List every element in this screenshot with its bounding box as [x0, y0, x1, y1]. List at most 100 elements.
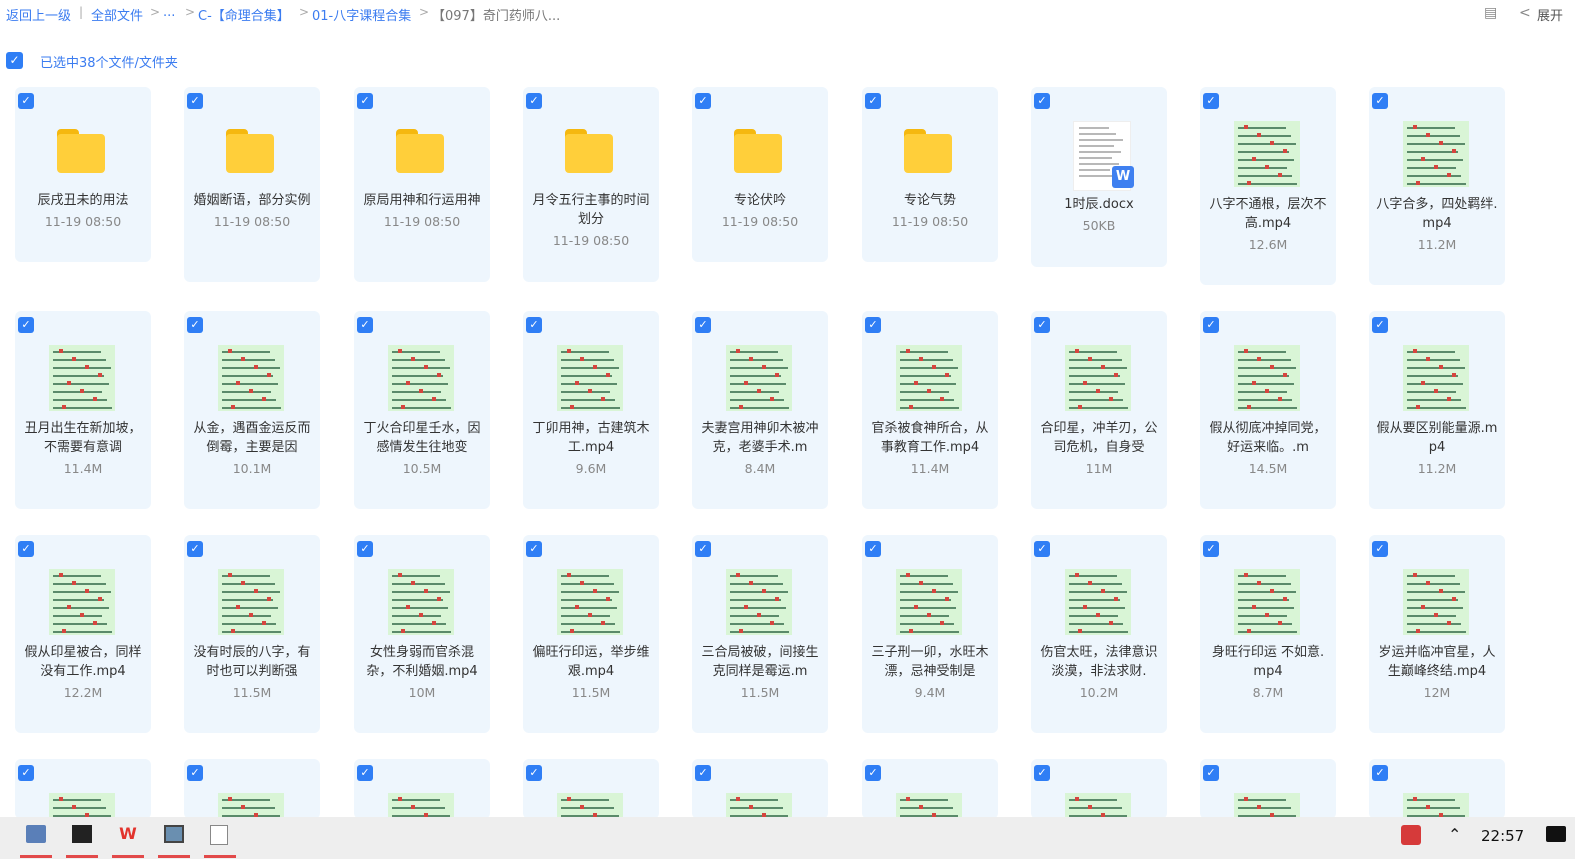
back-link[interactable]: 返回上一级	[6, 5, 71, 24]
file-card[interactable]: ✓ 从金，遇酉金运反而倒霉，主要是因 10.1M	[184, 311, 320, 509]
file-card[interactable]: ✓ 原局用神和行运用神 11-19 08:50	[354, 87, 490, 282]
tray-app-icon[interactable]	[1401, 825, 1421, 845]
file-card[interactable]: ✓ 夫妻宫用神卯木被冲克，老婆手术.m 8.4M	[692, 311, 828, 509]
file-checkbox[interactable]: ✓	[18, 541, 34, 557]
file-card[interactable]: ✓ 八字合多，四处羁绊.mp4 11.2M	[1369, 87, 1505, 285]
file-card[interactable]: ✓ 丁火合印星壬水，因感情发生往地变 10.5M	[354, 311, 490, 509]
file-checkbox[interactable]: ✓	[1203, 765, 1219, 781]
file-checkbox[interactable]: ✓	[695, 765, 711, 781]
list-view-icon[interactable]: ▤	[1484, 5, 1497, 21]
file-checkbox[interactable]: ✓	[695, 317, 711, 333]
file-card[interactable]: ✓	[15, 759, 151, 859]
select-all-checkbox[interactable]: ✓	[6, 52, 23, 69]
file-card[interactable]: ✓ 专论气势 11-19 08:50	[862, 87, 998, 262]
file-card[interactable]: ✓	[354, 759, 490, 859]
thumb-line	[730, 383, 786, 385]
expand-button[interactable]: 展开	[1537, 5, 1563, 24]
taskbar-app-computer[interactable]	[20, 823, 52, 858]
file-card[interactable]: ✓ 月令五行主事的时间划分 11-19 08:50	[523, 87, 659, 282]
taskbar-app-window[interactable]	[158, 823, 190, 858]
file-checkbox[interactable]: ✓	[865, 93, 881, 109]
file-checkbox[interactable]: ✓	[357, 765, 373, 781]
chevron-left-icon[interactable]: <	[1519, 5, 1531, 21]
file-checkbox[interactable]: ✓	[865, 317, 881, 333]
file-checkbox[interactable]: ✓	[1034, 317, 1050, 333]
breadcrumb-bazi[interactable]: 01-八字课程合集	[312, 5, 411, 24]
file-checkbox[interactable]: ✓	[1034, 765, 1050, 781]
file-card[interactable]: ✓ W 1时辰.docx 50KB	[1031, 87, 1167, 267]
file-card[interactable]: ✓ 丁卯用神，古建筑木工.mp4 9.6M	[523, 311, 659, 509]
file-card[interactable]: ✓	[862, 759, 998, 859]
file-checkbox[interactable]: ✓	[357, 541, 373, 557]
taskbar-app-notepad[interactable]	[204, 823, 236, 858]
file-checkbox[interactable]: ✓	[526, 317, 542, 333]
taskbar-app-wps[interactable]: W	[112, 823, 144, 858]
thumb-mark	[254, 365, 258, 369]
file-card[interactable]: ✓	[1031, 759, 1167, 859]
file-checkbox[interactable]: ✓	[1203, 317, 1219, 333]
thumb-mark	[59, 797, 63, 801]
breadcrumb-bar: 返回上一级 | 全部文件 > ... > C-【命理合集】 > 01-八字课程合…	[0, 0, 1575, 28]
file-card[interactable]: ✓	[1200, 759, 1336, 859]
file-checkbox[interactable]: ✓	[526, 541, 542, 557]
notification-icon[interactable]	[1546, 826, 1566, 842]
file-card[interactable]: ✓	[523, 759, 659, 859]
file-checkbox[interactable]: ✓	[865, 765, 881, 781]
file-card[interactable]: ✓ 合印星，冲羊刃，公司危机，自身受 11M	[1031, 311, 1167, 509]
breadcrumb-ellipsis[interactable]: ...	[163, 5, 175, 20]
file-checkbox[interactable]: ✓	[187, 93, 203, 109]
file-checkbox[interactable]: ✓	[1372, 93, 1388, 109]
file-checkbox[interactable]: ✓	[526, 765, 542, 781]
thumb-line	[222, 615, 271, 617]
file-checkbox[interactable]: ✓	[18, 93, 34, 109]
file-checkbox[interactable]: ✓	[1372, 317, 1388, 333]
file-card[interactable]: ✓ 三合局被破，间接生克同样是霉运.m 11.5M	[692, 535, 828, 733]
file-meta: 11-19 08:50	[552, 233, 630, 248]
taskbar-clock[interactable]: 22:57	[1481, 827, 1524, 845]
breadcrumb-all-files[interactable]: 全部文件	[91, 5, 143, 24]
file-card[interactable]: ✓ 偏旺行印运，举步维艰.mp4 11.5M	[523, 535, 659, 733]
file-card[interactable]: ✓ 辰戌丑未的用法 11-19 08:50	[15, 87, 151, 262]
file-checkbox[interactable]: ✓	[187, 541, 203, 557]
file-card[interactable]: ✓	[1369, 759, 1505, 859]
video-thumbnail	[388, 345, 454, 411]
file-checkbox[interactable]: ✓	[865, 541, 881, 557]
file-checkbox[interactable]: ✓	[526, 93, 542, 109]
file-card[interactable]: ✓	[692, 759, 828, 859]
file-card[interactable]: ✓ 八字不通根，层次不高.mp4 12.6M	[1200, 87, 1336, 285]
file-checkbox[interactable]: ✓	[695, 541, 711, 557]
file-checkbox[interactable]: ✓	[187, 317, 203, 333]
file-card[interactable]: ✓ 假从要区别能量源.mp4 11.2M	[1369, 311, 1505, 509]
file-card[interactable]: ✓ 身旺行印运 不如意.mp4 8.7M	[1200, 535, 1336, 733]
file-checkbox[interactable]: ✓	[187, 765, 203, 781]
breadcrumb-mingli[interactable]: C-【命理合集】	[198, 5, 290, 24]
file-card[interactable]: ✓ 官杀被食神所合，从事教育工作.mp4 11.4M	[862, 311, 998, 509]
file-checkbox[interactable]: ✓	[1372, 541, 1388, 557]
file-card[interactable]: ✓ 假从印星被合，同样没有工作.mp4 12.2M	[15, 535, 151, 733]
file-checkbox[interactable]: ✓	[18, 317, 34, 333]
file-card[interactable]: ✓ 婚姻断语，部分实例 11-19 08:50	[184, 87, 320, 282]
file-card[interactable]: ✓ 伤官太旺，法律意识淡漠，非法求财. 10.2M	[1031, 535, 1167, 733]
file-card[interactable]: ✓ 没有时辰的八字，有时也可以判断强 11.5M	[184, 535, 320, 733]
file-checkbox[interactable]: ✓	[1203, 93, 1219, 109]
thumb-line	[1407, 391, 1456, 393]
file-checkbox[interactable]: ✓	[1034, 541, 1050, 557]
file-checkbox[interactable]: ✓	[1034, 93, 1050, 109]
thumb-mark	[1101, 365, 1105, 369]
file-card[interactable]: ✓	[184, 759, 320, 859]
chevron-up-icon[interactable]: ⌃	[1448, 825, 1461, 844]
file-card[interactable]: ✓ 三子刑一卯，水旺木漂，忌神受制是 9.4M	[862, 535, 998, 733]
file-checkbox[interactable]: ✓	[1203, 541, 1219, 557]
thumb-line	[1238, 599, 1289, 601]
file-card[interactable]: ✓ 假从彻底冲掉同党，好运来临。.m 14.5M	[1200, 311, 1336, 509]
file-checkbox[interactable]: ✓	[1372, 765, 1388, 781]
file-card[interactable]: ✓ 丑月出生在新加坡，不需要有意调 11.4M	[15, 311, 151, 509]
file-checkbox[interactable]: ✓	[695, 93, 711, 109]
file-checkbox[interactable]: ✓	[357, 317, 373, 333]
file-checkbox[interactable]: ✓	[18, 765, 34, 781]
file-card[interactable]: ✓ 专论伏吟 11-19 08:50	[692, 87, 828, 262]
file-checkbox[interactable]: ✓	[357, 93, 373, 109]
file-card[interactable]: ✓ 岁运并临冲官星，人生巅峰终结.mp4 12M	[1369, 535, 1505, 733]
file-card[interactable]: ✓ 女性身弱而官杀混杂，不利婚姻.mp4 10M	[354, 535, 490, 733]
taskbar-app-terminal[interactable]	[66, 823, 98, 858]
